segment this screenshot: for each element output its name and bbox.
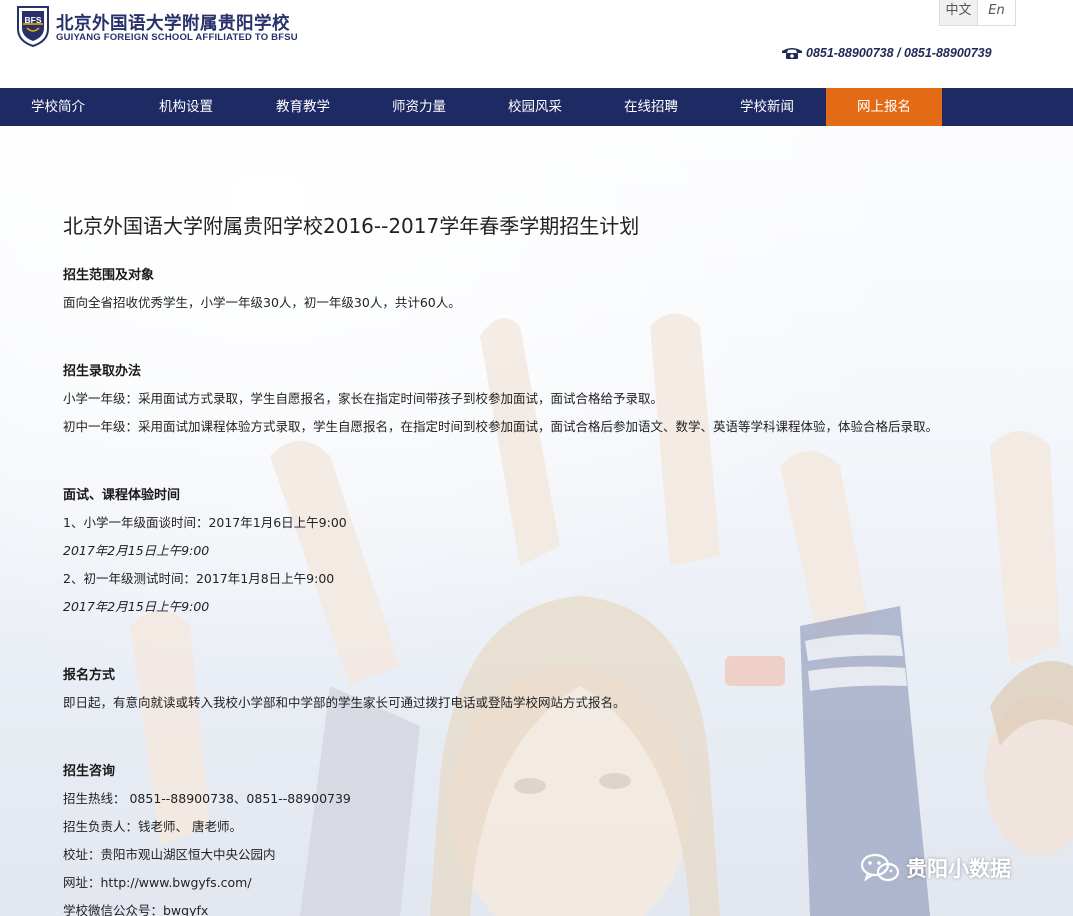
article-title: 北京外国语大学附属贵阳学校2016--2017学年春季学期招生计划: [63, 214, 640, 238]
section-line: 初中一年级：采用面试加课程体验方式录取，学生自愿报名，在指定时间到校参加面试，面…: [63, 419, 939, 434]
contact-phone: 0851-88900738 / 0851-88900739: [781, 44, 992, 62]
phone-number: 0851-88900738 / 0851-88900739: [806, 46, 992, 60]
school-name-en: GUIYANG FOREIGN SCHOOL AFFILIATED TO BFS…: [56, 32, 298, 43]
section-heading-scope: 招生范围及对象: [63, 268, 155, 283]
nav-item-about[interactable]: 学校简介: [0, 88, 116, 126]
nav-item-organization[interactable]: 机构设置: [128, 88, 244, 126]
nav-item-campus[interactable]: 校园风采: [477, 88, 593, 126]
section-line: 面向全省招收优秀学生，小学一年级30人，初一年级30人，共计60人。: [63, 295, 461, 310]
section-line: 2017年2月15日上午9:00: [63, 599, 210, 614]
lang-en-button[interactable]: En: [977, 0, 1015, 25]
contact-person-line: 招生负责人：钱老师、 唐老师。: [63, 819, 242, 834]
nav-item-news[interactable]: 学校新闻: [709, 88, 825, 126]
nav-item-teaching[interactable]: 教育教学: [245, 88, 361, 126]
section-heading-consultation: 招生咨询: [63, 764, 116, 779]
section-heading-admission-method: 招生录取办法: [63, 364, 142, 379]
hotline-line: 招生热线： 0851--88900738、0851--88900739: [63, 791, 351, 806]
section-line: 2、初一年级测试时间：2017年1月8日上午9:00: [63, 571, 335, 586]
wechat-account-line: 学校微信公众号：bwgyfx: [63, 903, 209, 916]
logo-text: BFS: [25, 15, 42, 25]
wechat-icon: [860, 853, 900, 882]
address-line: 校址：贵阳市观山湖区恒大中央公园内: [63, 847, 276, 862]
section-line: 小学一年级：采用面试方式录取，学生自愿报名，家长在指定时间带孩子到校参加面试，面…: [63, 391, 664, 406]
site-header: BFS 北京外国语大学附属贵阳学校 GUIYANG FOREIGN SCHOOL…: [0, 0, 1073, 88]
lang-zh-button[interactable]: 中文: [940, 0, 977, 25]
article: 北京外国语大学附属贵阳学校2016--2017学年春季学期招生计划 招生范围及对…: [0, 126, 1073, 916]
nav-item-online-registration[interactable]: 网上报名: [826, 88, 942, 126]
nav-item-recruitment[interactable]: 在线招聘: [593, 88, 709, 126]
section-heading-registration: 报名方式: [63, 668, 116, 683]
school-logo-icon[interactable]: BFS: [14, 3, 52, 47]
main-content: 北京外国语大学附属贵阳学校2016--2017学年春季学期招生计划 招生范围及对…: [0, 126, 1073, 916]
section-line: 即日起，有意向就读或转入我校小学部和中学部的学生家长可通过拨打电话或登陆学校网站…: [63, 695, 626, 710]
website-line[interactable]: 网址：http://www.bwgyfs.com/: [63, 872, 252, 891]
main-nav: 学校简介 机构设置 教育教学 师资力量 校园风采 在线招聘 学校新闻 网上报名: [0, 88, 1073, 126]
section-line: 1、小学一年级面谈时间：2017年1月6日上午9:00: [63, 515, 347, 530]
section-line: 2017年2月15日上午9:00: [63, 543, 210, 558]
watermark: 贵阳小数据: [860, 852, 1011, 884]
language-switch: 中文 En: [939, 0, 1016, 26]
nav-item-faculty[interactable]: 师资力量: [361, 88, 477, 126]
section-heading-interview-time: 面试、课程体验时间: [63, 488, 181, 503]
telephone-icon: [782, 48, 802, 59]
watermark-text: 贵阳小数据: [906, 857, 1011, 881]
